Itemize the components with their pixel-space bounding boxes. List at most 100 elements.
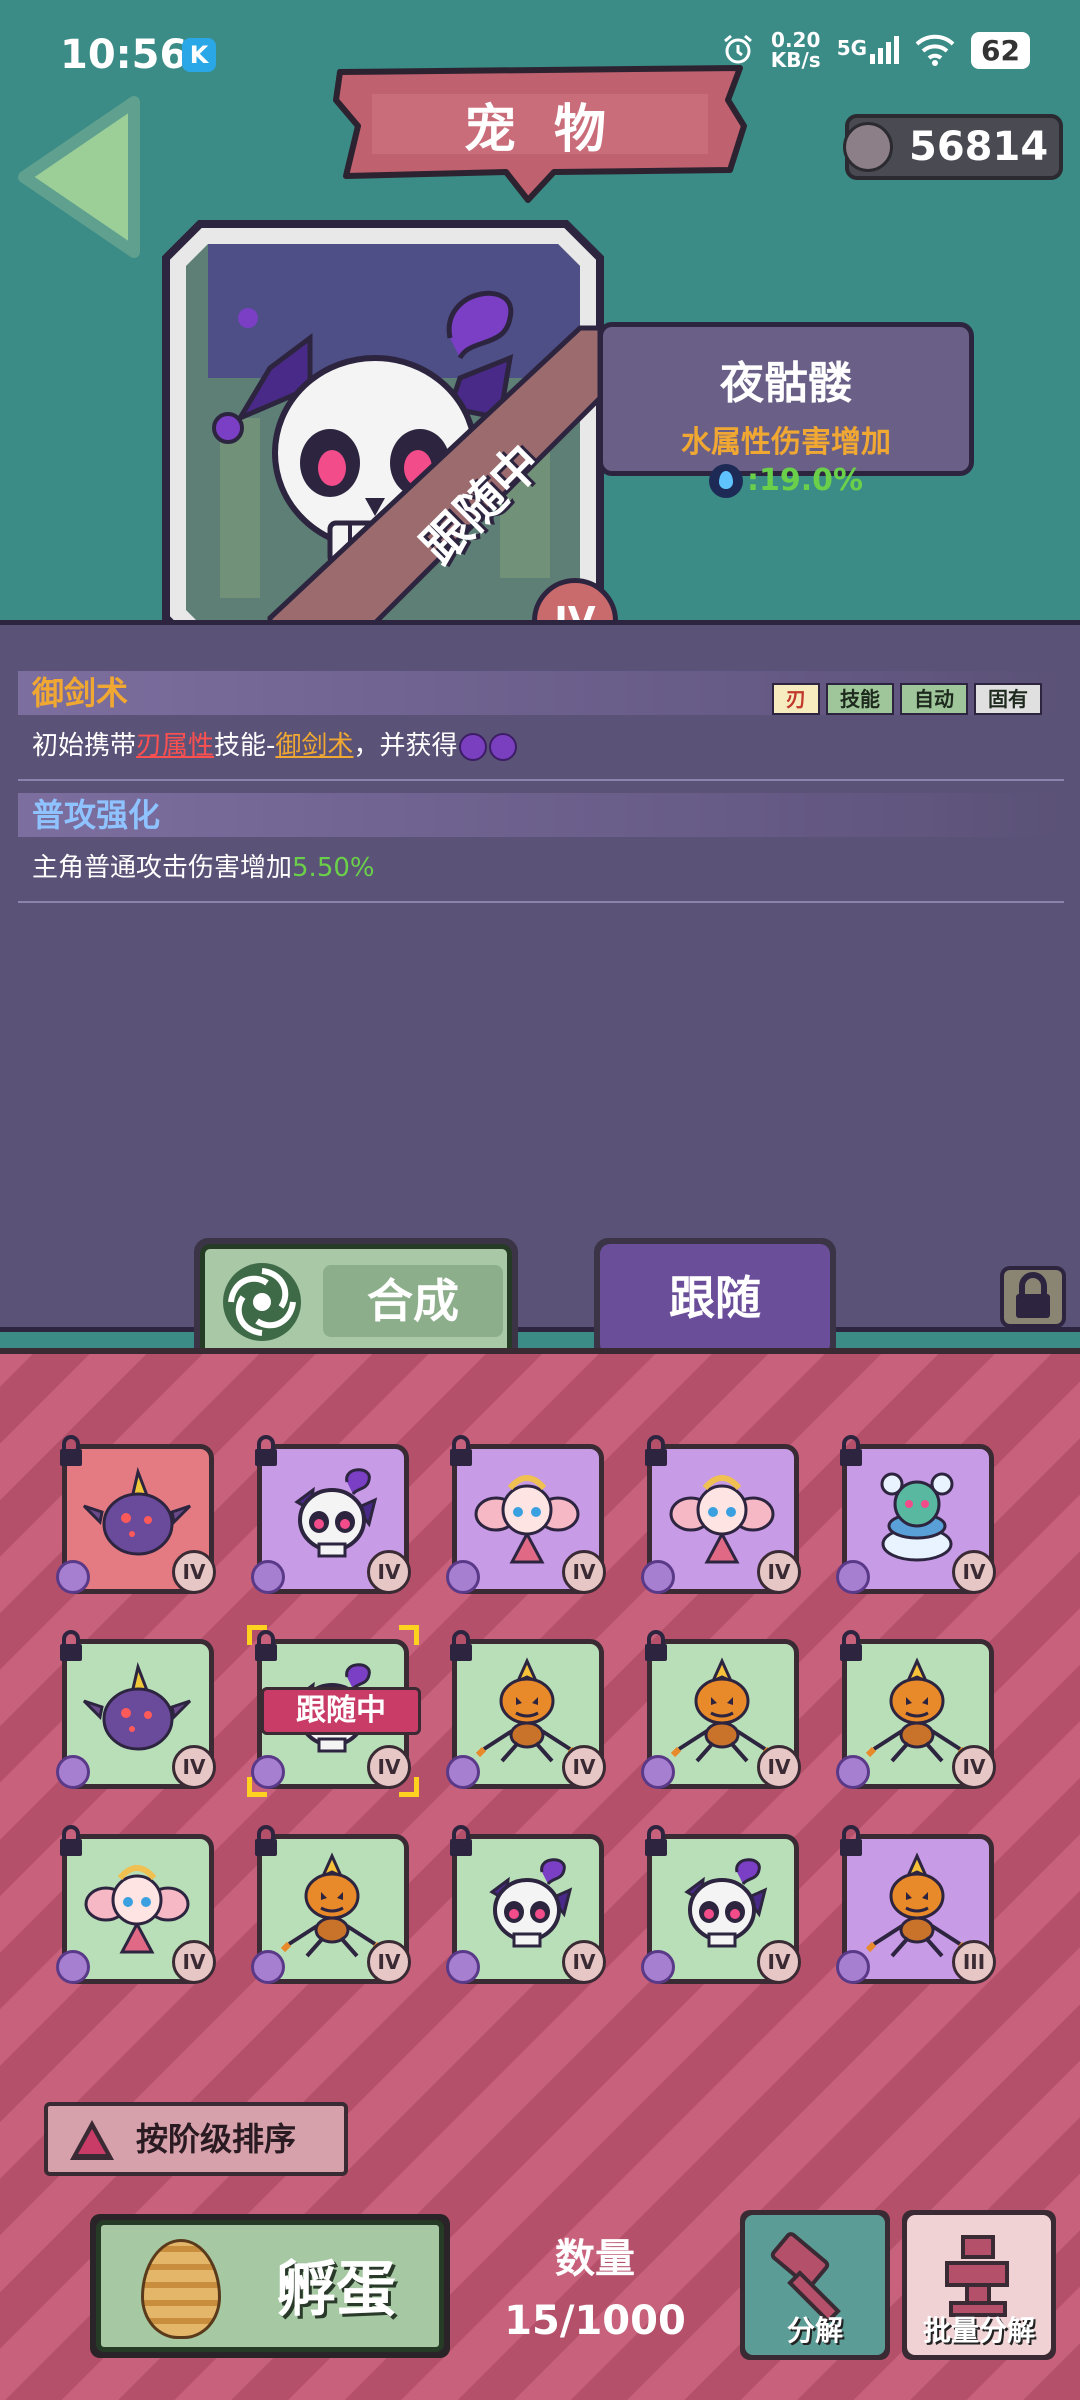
skill-tag: 自动: [900, 683, 968, 715]
water-element-icon: [708, 463, 743, 498]
selection-corner: [399, 1777, 419, 1797]
sort-triangle-icon: [70, 2120, 114, 2160]
following-tag: 跟随中: [261, 1687, 421, 1735]
pet-tile[interactable]: IV 跟随中: [247, 1625, 421, 1797]
wifi-icon: [915, 34, 955, 66]
lock-icon: [60, 1825, 82, 1856]
element-icon: [641, 1755, 675, 1789]
eggplant-pet-icon: [82, 1657, 192, 1767]
lock-icon: [450, 1435, 472, 1466]
element-icon: [251, 1950, 285, 1984]
hatch-label: 孵蛋: [276, 2255, 396, 2325]
fairy-pet-icon: [472, 1462, 582, 1572]
skill-row: 普攻强化 主角普通攻击伤害增加5.50%: [18, 793, 1064, 894]
element-icon: [836, 1755, 870, 1789]
battery-indicator: 62: [971, 31, 1030, 69]
sort-label: 按阶级排序: [136, 2120, 297, 2158]
decompose-label: 分解: [786, 2314, 843, 2347]
follow-button[interactable]: 跟随: [594, 1238, 836, 1360]
clock: 10:56: [60, 32, 188, 78]
skill-row: 御剑术 刃 技能 自动 固有 初始携带刃属性技能-御剑术，并获得: [18, 671, 1064, 772]
lock-icon: [645, 1630, 667, 1661]
pet-tile[interactable]: III: [836, 1824, 996, 1984]
lock-icon: [450, 1825, 472, 1856]
lock-icon: [60, 1630, 82, 1661]
pet-tile[interactable]: IV: [641, 1434, 801, 1594]
pet-tile[interactable]: IV: [56, 1629, 216, 1789]
rank-badge: IV: [757, 1745, 801, 1789]
swirl-icon: [489, 732, 518, 761]
pet-tile[interactable]: IV: [56, 1824, 216, 1984]
pet-tile[interactable]: IV: [836, 1434, 996, 1594]
batch-decompose-button[interactable]: 批量分解: [902, 2210, 1056, 2360]
swirl-icon: [459, 732, 488, 761]
rank-badge: IV: [757, 1940, 801, 1984]
skill-tag: 固有: [974, 683, 1042, 715]
rank-badge: IV: [172, 1940, 216, 1984]
element-icon: [251, 1560, 285, 1594]
pet-tile[interactable]: IV: [641, 1824, 801, 1984]
divider: [18, 779, 1064, 781]
rank-badge: IV: [757, 1550, 801, 1594]
pet-name: 夜骷髅: [720, 358, 852, 409]
pet-tile[interactable]: IV: [251, 1824, 411, 1984]
fairy-pet-icon: [667, 1462, 777, 1572]
lock-icon: [840, 1825, 862, 1856]
decompose-button[interactable]: 分解: [740, 2210, 890, 2360]
coin-icon: [843, 122, 893, 172]
sort-by-rank-button[interactable]: 按阶级排序: [44, 2102, 348, 2176]
lock-icon: [1016, 1272, 1050, 1318]
skill-tag: 技能: [826, 683, 894, 715]
rank-badge: IV: [562, 1745, 606, 1789]
pet-tile[interactable]: IV: [641, 1629, 801, 1789]
pet-tile[interactable]: IV: [446, 1434, 606, 1594]
signal-icon: 5G: [837, 36, 900, 64]
hatch-egg-button[interactable]: 孵蛋: [90, 2214, 450, 2358]
skill-tag: 刃: [772, 683, 820, 715]
lock-icon: [450, 1630, 472, 1661]
skull-pet-icon: [277, 1462, 387, 1572]
pumpkin-pet-icon: [472, 1657, 582, 1767]
rank-badge: III: [952, 1940, 996, 1984]
batch-decompose-label: 批量分解: [922, 2314, 1035, 2347]
lock-button[interactable]: [1000, 1266, 1066, 1328]
combine-button[interactable]: 合成: [194, 1238, 518, 1364]
pet-tile[interactable]: IV: [56, 1434, 216, 1594]
skill-description: 初始携带刃属性技能-御剑术，并获得: [18, 715, 1064, 772]
back-arrow-icon[interactable]: [14, 92, 144, 262]
element-icon: [56, 1950, 90, 1984]
pet-tile[interactable]: IV: [446, 1824, 606, 1984]
pet-effect: 水属性伤害增加: [681, 425, 891, 460]
skill-title: 普攻强化: [18, 793, 1064, 837]
rank-badge: IV: [562, 1940, 606, 1984]
featured-pet-card[interactable]: 跟随中 IV: [160, 218, 618, 664]
app-badge-icon: K: [182, 38, 216, 72]
rank-badge: IV: [367, 1550, 411, 1594]
pet-effect-value: :19.0%: [746, 463, 864, 498]
rank-badge: IV: [952, 1550, 996, 1594]
pet-tile[interactable]: IV: [836, 1629, 996, 1789]
net-speed: 0.20 KB/s: [770, 28, 821, 72]
skill-panel: 御剑术 刃 技能 自动 固有 初始携带刃属性技能-御剑术，并获得 普攻强化 主角…: [0, 620, 1080, 1332]
eggplant-pet-icon: [82, 1462, 192, 1572]
pumpkin-pet-icon: [277, 1852, 387, 1962]
pet-count: 数量 15/1000: [500, 2226, 690, 2344]
lock-icon: [60, 1435, 82, 1466]
count-label: 数量: [555, 2236, 635, 2282]
selection-corner: [247, 1777, 267, 1797]
rank-badge: IV: [172, 1550, 216, 1594]
egg-icon: [141, 2239, 221, 2339]
rank-badge: IV: [952, 1745, 996, 1789]
element-icon: [56, 1755, 90, 1789]
lock-icon: [255, 1435, 277, 1466]
element-icon: [836, 1560, 870, 1594]
lock-icon: [840, 1630, 862, 1661]
pet-grid: IV IV IV IV IV IV IV 跟随中 IV IV IV IV IV IV IV III: [56, 1434, 996, 1984]
element-icon: [56, 1560, 90, 1594]
pet-tile[interactable]: IV: [251, 1434, 411, 1594]
currency-value: 56814: [909, 124, 1049, 170]
element-icon: [446, 1560, 480, 1594]
pumpkin-pet-icon: [667, 1657, 777, 1767]
element-icon: [446, 1755, 480, 1789]
pet-tile[interactable]: IV: [446, 1629, 606, 1789]
